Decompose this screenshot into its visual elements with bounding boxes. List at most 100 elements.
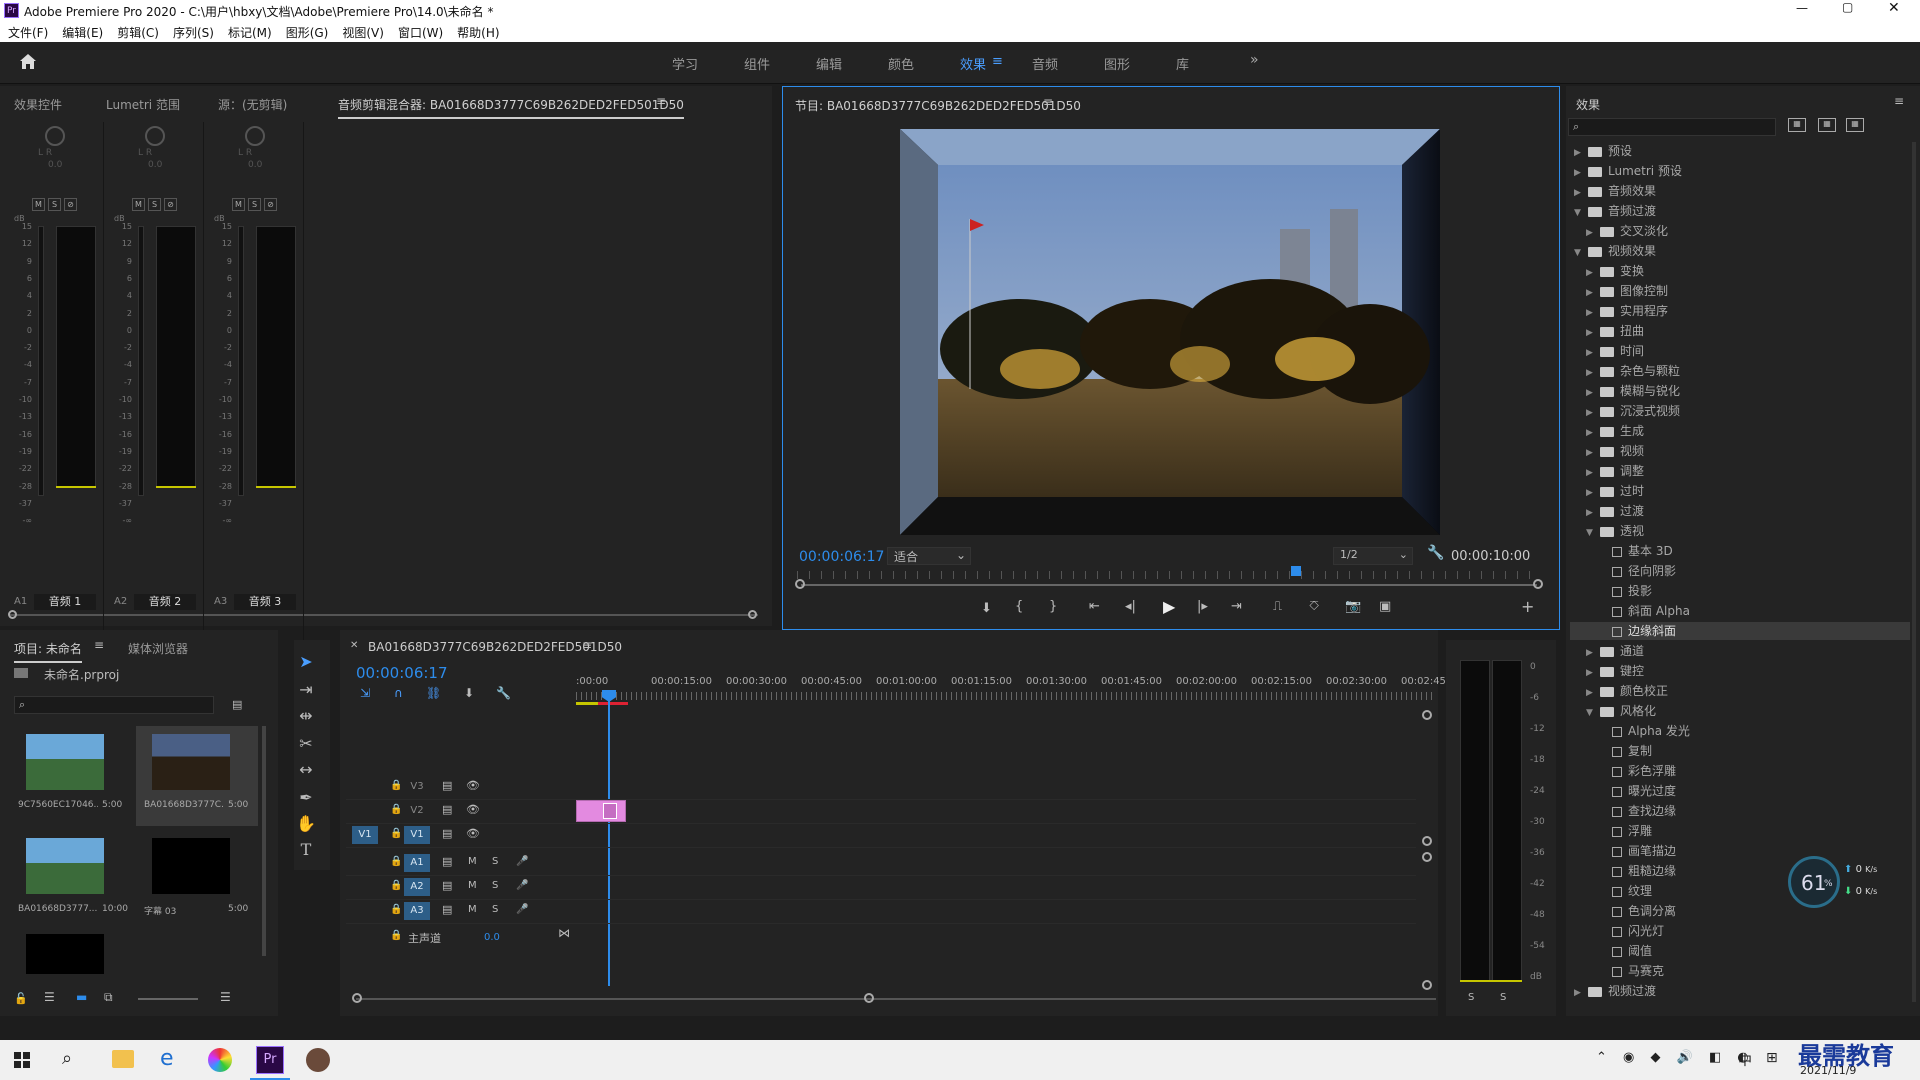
list-view-icon[interactable]: ☰ <box>44 990 55 1004</box>
menu-item[interactable]: 文件(F) <box>8 24 48 41</box>
microphone-icon[interactable]: 🎤 <box>516 880 528 891</box>
effects-scrollbar[interactable] <box>1912 142 1916 1002</box>
panel-menu-icon[interactable]: ≡ <box>1043 95 1053 109</box>
filmstrip-icon[interactable]: ▤ <box>442 803 452 816</box>
chevron-right-icon[interactable]: ▶ <box>1586 368 1596 378</box>
effects-folder[interactable]: ▶ 调整 <box>1570 462 1910 480</box>
chevron-right-icon[interactable]: ▶ <box>1586 448 1596 458</box>
go-to-end-icon[interactable]: ⋈ <box>558 926 570 940</box>
cpu-usage-widget[interactable]: 61 % <box>1788 856 1840 908</box>
audio-vscroll-bottom[interactable] <box>1422 980 1432 990</box>
sync-lock-icon[interactable]: ▤ <box>442 903 452 916</box>
channel-msr-button[interactable]: S <box>248 198 261 211</box>
resolution-dropdown[interactable]: 1/2 ⌄ <box>1333 547 1413 565</box>
lock-icon[interactable]: 🔒 <box>390 780 402 791</box>
tray-icons[interactable]: ⌃ ◉ ◆ 🔊 ◧ ◐ <box>1596 1050 1755 1065</box>
workspace-tab[interactable]: 图形 <box>1104 54 1130 73</box>
scrub-ruler[interactable] <box>797 571 1537 579</box>
video-vscroll-bottom[interactable] <box>1422 836 1432 846</box>
channel-fader-track[interactable] <box>56 226 96 488</box>
selection-tool-icon[interactable]: ➤ <box>294 652 318 674</box>
effect-item[interactable]: 曝光过度 <box>1570 782 1910 800</box>
effects-folder[interactable]: ▶ 时间 <box>1570 342 1910 360</box>
keyboard-icon[interactable]: ⊞ <box>1766 1050 1778 1066</box>
effects-folder[interactable]: ▶ 视频过渡 <box>1570 982 1910 1000</box>
solo-left-button[interactable]: S <box>1468 992 1474 1003</box>
workspace-tab[interactable]: 组件 <box>744 54 770 73</box>
snap-icon[interactable]: ∩ <box>394 686 403 700</box>
scroll-handle-right[interactable] <box>748 610 757 619</box>
chevron-right-icon[interactable]: ▶ <box>1586 468 1596 478</box>
effects-folder[interactable]: ▶ 实用程序 <box>1570 302 1910 320</box>
program-monitor-tab[interactable]: 节目: BA01668D3777C69B262DED2FED501D50 <box>795 97 1081 118</box>
chevron-right-icon[interactable]: ▶ <box>1586 688 1596 698</box>
effect-item[interactable]: 边缘斜面 <box>1570 622 1910 640</box>
accelerated-effects-icon[interactable]: ▦ <box>1788 118 1806 132</box>
effects-folder[interactable]: ▼ 风格化 <box>1570 702 1910 720</box>
master-volume-value[interactable]: 0.0 <box>484 932 500 943</box>
mute-button[interactable]: M <box>468 904 477 915</box>
current-timecode[interactable]: 00:00:06:17 <box>799 549 884 565</box>
effects-folder[interactable]: ▶ 模糊与锐化 <box>1570 382 1910 400</box>
scroll-handle-left[interactable] <box>795 579 805 589</box>
chevron-right-icon[interactable]: ▶ <box>1586 308 1596 318</box>
hand-tool-icon[interactable]: ✋ <box>294 814 318 836</box>
timeline-timecode[interactable]: 00:00:06:17 <box>356 664 448 682</box>
project-item[interactable]: 9C7560EC17046... 5:00 <box>10 726 132 826</box>
channel-name[interactable]: 音频 1 <box>34 594 96 610</box>
channel-name[interactable]: 音频 2 <box>134 594 196 610</box>
32bit-effects-icon[interactable]: ▦ <box>1818 118 1836 132</box>
project-item[interactable]: BA01668D3777C... 5:00 <box>136 726 258 826</box>
lift-button[interactable]: ⎍ <box>1273 599 1282 614</box>
more-workspaces-button[interactable]: » <box>1250 52 1259 68</box>
workspace-tab[interactable]: 编辑 <box>816 54 842 73</box>
effects-folder[interactable]: ▶ Lumetri 预设 <box>1570 162 1910 180</box>
freeform-view-icon[interactable]: ⧉ <box>104 990 113 1005</box>
fit-dropdown[interactable]: 适合 ⌄ <box>887 547 971 565</box>
eye-icon[interactable]: 👁 <box>466 827 480 840</box>
chevron-right-icon[interactable]: ▶ <box>1586 488 1596 498</box>
menu-item[interactable]: 标记(M) <box>228 24 272 41</box>
effects-folder[interactable]: ▼ 音频过渡 <box>1570 202 1910 220</box>
user-avatar-icon[interactable] <box>306 1048 330 1072</box>
ime-indicator[interactable]: 中 <box>1738 1050 1752 1070</box>
effects-folder[interactable]: ▼ 透视 <box>1570 522 1910 540</box>
effect-item[interactable]: 基本 3D <box>1570 542 1910 560</box>
source-panel-tab[interactable]: Lumetri 范围 <box>106 96 180 113</box>
mark-out-button[interactable]: } <box>1049 599 1057 614</box>
track-select-tool-icon[interactable]: ⇥ <box>294 680 318 702</box>
video-track-row[interactable] <box>346 824 1416 848</box>
track-target[interactable]: A2 <box>404 878 430 896</box>
camera-icon[interactable]: 📷 <box>1345 599 1361 614</box>
source-patch-v1[interactable]: V1 <box>352 826 378 844</box>
menu-item[interactable]: 图形(G) <box>286 24 329 41</box>
panel-menu-icon[interactable]: ≡ <box>94 638 104 652</box>
search-icon[interactable]: ⌕ <box>62 1048 72 1069</box>
sync-lock-icon[interactable]: ▤ <box>442 879 452 892</box>
effect-item[interactable]: 查找边缘 <box>1570 802 1910 820</box>
solo-button[interactable]: S <box>492 880 498 891</box>
effects-search-input[interactable]: ⌕ <box>1568 118 1776 136</box>
effects-folder[interactable]: ▶ 音频效果 <box>1570 182 1910 200</box>
razor-tool-icon[interactable]: ✂ <box>294 734 318 756</box>
effects-folder[interactable]: ▶ 生成 <box>1570 422 1910 440</box>
video-track-row[interactable] <box>346 800 1416 824</box>
menu-item[interactable]: 编辑(E) <box>62 24 103 41</box>
workspace-tab[interactable]: 学习 <box>672 54 698 73</box>
solo-button[interactable]: S <box>492 856 498 867</box>
eye-icon[interactable]: 👁 <box>466 779 480 792</box>
lock-icon[interactable]: 🔒 <box>390 880 402 891</box>
chevron-right-icon[interactable]: ▶ <box>1586 268 1596 278</box>
add-marker-icon[interactable]: ⬇ <box>464 686 474 700</box>
pan-knob[interactable] <box>145 126 165 146</box>
project-panel-tab[interactable]: 媒体浏览器 <box>128 640 188 657</box>
yuv-effects-icon[interactable]: ▦ <box>1846 118 1864 132</box>
step-forward-button[interactable]: |▸ <box>1197 599 1208 614</box>
channel-msr-button[interactable]: ⊘ <box>64 198 77 211</box>
lock-icon[interactable]: 🔓 <box>14 992 28 1005</box>
chevron-right-icon[interactable]: ▶ <box>1586 428 1596 438</box>
extract-button[interactable]: ⎏ <box>1309 599 1319 614</box>
scroll-handle-right[interactable] <box>864 993 874 1003</box>
channel-name[interactable]: 音频 3 <box>234 594 296 610</box>
effects-folder[interactable]: ▶ 键控 <box>1570 662 1910 680</box>
